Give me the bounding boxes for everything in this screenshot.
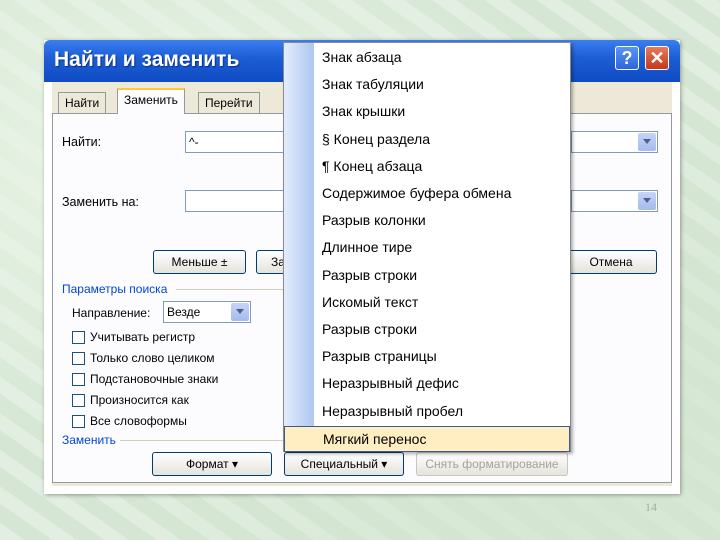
- special-menu: Знак абзаца Знак табуляции Знак крышки § Ко…: [283, 42, 571, 452]
- tab-goto[interactable]: Перейти: [198, 92, 260, 113]
- wildcards-label: Подстановочные знаки: [90, 372, 219, 386]
- chevron-down-icon[interactable]: [231, 303, 249, 321]
- menu-item[interactable]: Разрыв строки: [284, 317, 570, 343]
- menu-item[interactable]: Неразрывный дефис: [284, 371, 570, 397]
- special-button[interactable]: Специальный ▾: [284, 452, 404, 476]
- menu-item-label: Длинное тире: [322, 239, 413, 256]
- menu-item-label: Мягкий перенос: [323, 430, 427, 447]
- menu-item[interactable]: Содержимое буфера обмена: [284, 181, 570, 207]
- menu-item-label: Знак абзаца: [322, 49, 402, 65]
- whole-word-label: Только слово целиком: [90, 351, 215, 365]
- find-label: Найти:: [62, 135, 102, 149]
- replace-label: Заменить на:: [62, 195, 139, 209]
- chevron-down-icon[interactable]: [638, 133, 656, 151]
- sounds-like-checkbox[interactable]: [72, 394, 85, 407]
- clear-formatting-button: Снять форматирование: [416, 452, 568, 476]
- direction-select[interactable]: Везде: [163, 301, 251, 323]
- direction-value: Везде: [167, 305, 201, 319]
- all-word-forms-label: Все словоформы: [90, 414, 187, 428]
- wildcards-checkbox[interactable]: [72, 373, 85, 386]
- find-input[interactable]: ^-: [185, 131, 285, 153]
- find-input-value: ^-: [189, 135, 199, 149]
- replace-input[interactable]: [185, 190, 285, 212]
- menu-item[interactable]: Разрыв колонки: [284, 208, 570, 234]
- menu-item-label: Разрыв строки: [322, 266, 418, 283]
- cancel-button[interactable]: Отмена: [565, 250, 657, 274]
- menu-item[interactable]: Знак абзаца: [284, 45, 570, 71]
- menu-item-label: Разрыв строки: [322, 321, 418, 337]
- menu-item[interactable]: Неразрывный пробел: [284, 399, 570, 425]
- all-word-forms-checkbox[interactable]: [72, 415, 85, 428]
- find-input-dropdown[interactable]: [571, 131, 658, 153]
- replace-section-divider: [120, 440, 284, 441]
- format-button[interactable]: Формат ▾: [152, 452, 272, 476]
- tab-replace[interactable]: Заменить: [117, 88, 185, 114]
- match-case-label: Учитывать регистр: [90, 330, 196, 344]
- menu-item[interactable]: Мягкий перенос: [284, 425, 570, 452]
- menu-item[interactable]: § Конец раздела: [284, 127, 570, 153]
- menu-item[interactable]: Искомый текст: [284, 290, 570, 316]
- whole-word-checkbox[interactable]: [72, 352, 85, 365]
- menu-item-label: § Конец раздела: [322, 130, 431, 147]
- menu-item-label: Искомый текст: [322, 293, 419, 310]
- menu-item-label: Неразрывный пробел: [322, 402, 464, 419]
- menu-item[interactable]: Знак крышки: [284, 99, 570, 125]
- help-button[interactable]: ?: [615, 46, 639, 70]
- menu-item-label: Разрыв колонки: [322, 212, 426, 229]
- menu-item-label: Знак крышки: [322, 103, 406, 120]
- menu-item[interactable]: Длинное тире: [284, 235, 570, 261]
- menu-item[interactable]: Знак табуляции: [284, 72, 570, 98]
- match-case-checkbox[interactable]: [72, 331, 85, 344]
- search-params-title: Параметры поиска: [62, 282, 168, 296]
- menu-item-label: Содержимое буфера обмена: [322, 185, 512, 201]
- menu-item[interactable]: Разрыв строки: [284, 263, 570, 289]
- sounds-like-label: Произносится как: [90, 393, 189, 407]
- close-button[interactable]: ✕: [645, 46, 669, 70]
- search-params-divider: [176, 289, 284, 290]
- menu-item-label: Неразрывный дефис: [322, 375, 459, 392]
- replace-all-button[interactable]: За: [256, 250, 286, 274]
- replace-section-title: Заменить: [62, 433, 116, 447]
- chevron-down-icon[interactable]: [638, 192, 656, 210]
- less-button[interactable]: Меньше ±: [153, 250, 246, 274]
- dialog-title: Найти и заменить: [54, 48, 240, 71]
- direction-label: Направление:: [72, 306, 151, 320]
- menu-item[interactable]: ¶ Конец абзаца: [284, 154, 570, 180]
- menu-item-label: Знак табуляции: [322, 76, 424, 93]
- menu-item-label: Разрыв страницы: [322, 348, 437, 365]
- tab-find[interactable]: Найти: [58, 92, 107, 113]
- menu-item-label: ¶ Конец абзаца: [322, 157, 423, 174]
- replace-input-dropdown[interactable]: [571, 190, 658, 212]
- menu-item[interactable]: Разрыв страницы: [284, 344, 570, 370]
- page-number: 14: [645, 500, 657, 514]
